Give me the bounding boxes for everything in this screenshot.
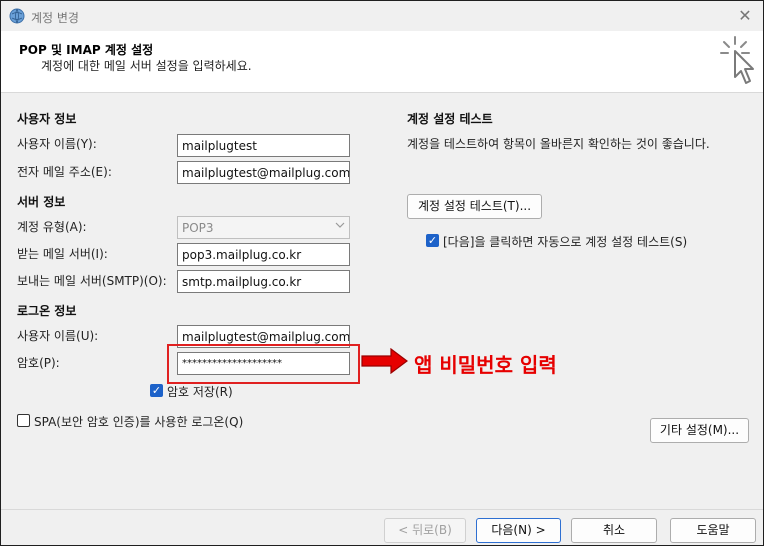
outgoing-server-input[interactable]: smtp.mailplug.co.kr <box>177 270 350 293</box>
red-arrow-icon <box>361 348 408 374</box>
checkmark-icon: ✓ <box>151 384 162 397</box>
incoming-server-label: 받는 메일 서버(I): <box>17 247 108 261</box>
checkmark-icon: ✓ <box>427 234 438 247</box>
account-type-select: POP3 <box>177 216 350 239</box>
account-type-label: 계정 유형(A): <box>17 220 87 234</box>
footer-divider <box>1 509 763 510</box>
test-account-button[interactable]: 계정 설정 테스트(T)... <box>407 194 542 219</box>
click-cursor-icon <box>720 36 754 84</box>
remember-password-label: 암호 저장(R) <box>167 385 233 399</box>
more-settings-button[interactable]: 기타 설정(M)... <box>650 418 749 443</box>
chevron-down-icon <box>335 220 345 233</box>
header-title: POP 및 IMAP 계정 설정 <box>19 43 154 57</box>
user-name-input[interactable]: mailplugtest <box>177 134 350 157</box>
help-button[interactable]: 도움말 <box>670 518 756 543</box>
dialog-header: POP 및 IMAP 계정 설정 계정에 대한 메일 서버 설정을 입력하세요. <box>1 31 763 93</box>
outlook-globe-icon <box>9 8 25 24</box>
incoming-server-input[interactable]: pop3.mailplug.co.kr <box>177 243 350 266</box>
back-button[interactable]: < 뒤로(B) <box>384 518 466 543</box>
server-info-section-title: 서버 정보 <box>17 195 66 209</box>
window-title: 계정 변경 <box>31 11 79 25</box>
dialog-body <box>1 93 763 509</box>
header-subtitle: 계정에 대한 메일 서버 설정을 입력하세요. <box>41 59 252 73</box>
test-description: 계정을 테스트하여 항목이 올바른지 확인하는 것이 좋습니다. <box>407 137 710 151</box>
annotation-text: 앱 비밀번호 입력 <box>414 353 557 377</box>
auto-test-checkbox[interactable]: ✓ <box>426 234 439 247</box>
cancel-button[interactable]: 취소 <box>571 518 657 543</box>
close-icon[interactable]: ✕ <box>735 6 755 26</box>
user-name-label: 사용자 이름(Y): <box>17 137 97 151</box>
test-section-title: 계정 설정 테스트 <box>407 112 493 126</box>
user-info-section-title: 사용자 정보 <box>17 112 77 126</box>
email-label: 전자 메일 주소(E): <box>17 165 112 179</box>
account-settings-dialog: 계정 변경 ✕ POP 및 IMAP 계정 설정 계정에 대한 메일 서버 설정… <box>0 0 764 546</box>
password-highlight-box <box>167 344 360 384</box>
password-label: 암호(P): <box>17 356 60 370</box>
account-type-value: POP3 <box>182 221 214 235</box>
email-input[interactable]: mailplugtest@mailplug.com <box>177 161 350 184</box>
login-info-section-title: 로그온 정보 <box>17 304 77 318</box>
spa-checkbox[interactable] <box>17 414 30 427</box>
spa-label: SPA(보안 암호 인증)를 사용한 로그온(Q) <box>34 415 244 429</box>
remember-password-checkbox[interactable]: ✓ <box>150 384 163 397</box>
next-button[interactable]: 다음(N) > <box>476 518 561 543</box>
titlebar: 계정 변경 ✕ <box>1 1 763 31</box>
outgoing-server-label: 보내는 메일 서버(SMTP)(O): <box>17 274 167 288</box>
login-username-label: 사용자 이름(U): <box>17 329 99 343</box>
auto-test-label: [다음]을 클릭하면 자동으로 계정 설정 테스트(S) <box>443 235 688 249</box>
